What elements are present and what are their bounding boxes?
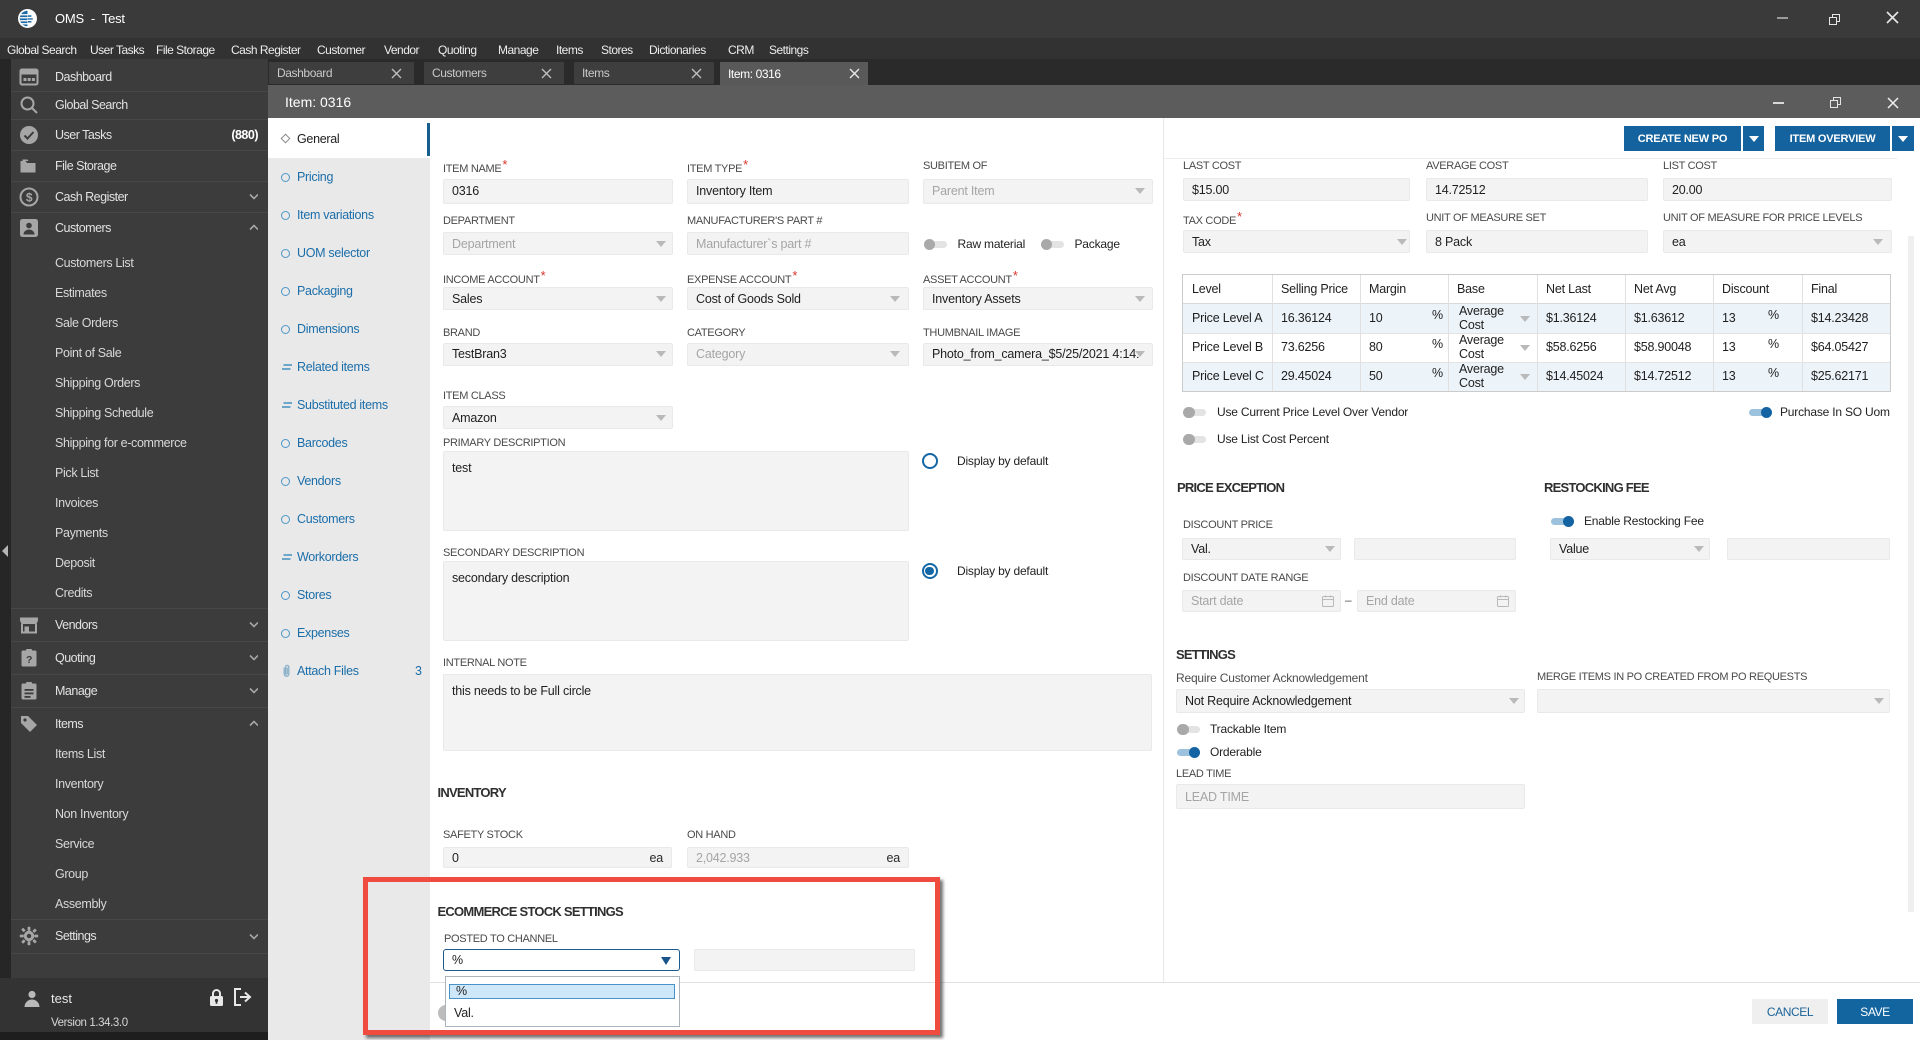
svg-text:?: ?	[26, 654, 32, 666]
svg-text:$: $	[26, 191, 33, 205]
